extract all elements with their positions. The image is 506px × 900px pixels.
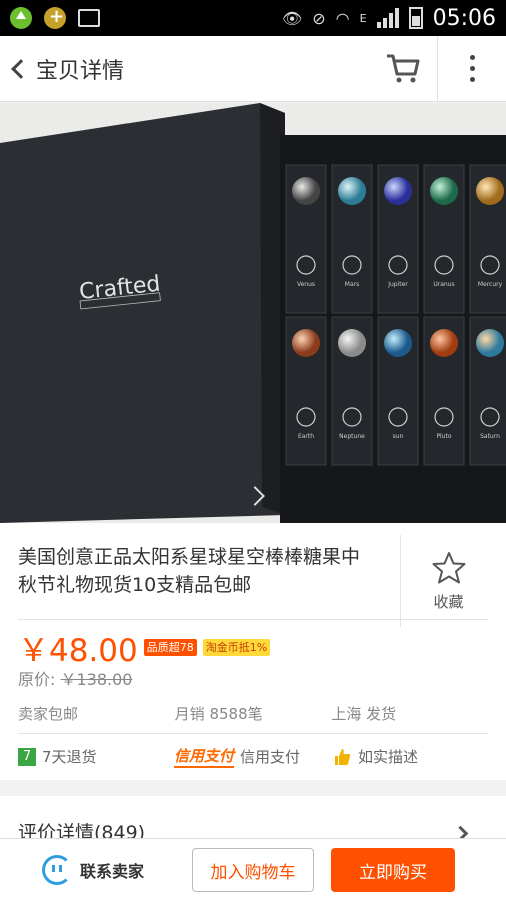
clock: 05:06 bbox=[432, 5, 496, 31]
buy-now-button[interactable]: 立即购买 bbox=[331, 848, 455, 892]
product-title: 美国创意正品太阳系星球星空棒棒糖果中秋节礼物现货10支精品包邮 bbox=[18, 546, 361, 596]
signal-icon bbox=[376, 8, 399, 28]
quality-badge: 品质超78 bbox=[143, 639, 197, 656]
coin-badge: 淘金币抵1% bbox=[202, 639, 271, 656]
planet-label: Neptune bbox=[339, 433, 365, 440]
monthly-sales: 月销 8588笔 bbox=[174, 705, 263, 723]
shipping-info: 卖家包邮 bbox=[18, 705, 79, 723]
current-price: ￥48.00 bbox=[18, 633, 138, 669]
contact-seller-label: 联系卖家 bbox=[80, 862, 145, 881]
back-button[interactable] bbox=[2, 36, 32, 102]
planet-label: Mercury bbox=[478, 281, 503, 288]
planet-label: Mars bbox=[345, 281, 359, 288]
product-info: 美国创意正品太阳系星球星空棒棒糖果中秋节礼物现货10支精品包邮 收藏 ￥48.0… bbox=[0, 523, 506, 780]
wifi-icon: ◠ bbox=[335, 8, 350, 28]
mute-icon: ⊘ bbox=[312, 8, 326, 28]
star-icon bbox=[432, 551, 465, 583]
planet-candy bbox=[292, 177, 320, 205]
credit-label: 信用支付 bbox=[240, 748, 301, 766]
thumbs-up-icon bbox=[335, 748, 351, 765]
shipping-meta: 卖家包邮 月销 8588笔 上海 发货 bbox=[18, 703, 488, 724]
chevron-left-icon bbox=[11, 58, 31, 79]
planet-candy bbox=[292, 329, 320, 357]
image-notification-icon bbox=[78, 9, 100, 27]
planet-label: sun bbox=[393, 433, 404, 440]
price-row: ￥48.00 品质超78 淘金币抵1% bbox=[18, 625, 271, 670]
planet-candy bbox=[338, 329, 366, 357]
status-bar: 👁 ⊘ ◠ E 05:06 bbox=[0, 0, 506, 36]
ship-from: 上海 发货 bbox=[331, 705, 397, 723]
more-menu-button[interactable] bbox=[438, 36, 506, 102]
seven-day-icon: 7 bbox=[18, 747, 36, 766]
planet-candy bbox=[476, 177, 504, 205]
favorite-button[interactable]: 收藏 bbox=[400, 535, 496, 627]
original-price-label: 原价: bbox=[18, 670, 61, 689]
credit-service: 信用支付 信用支付 bbox=[174, 745, 332, 768]
update-icon bbox=[10, 7, 32, 29]
planet-label: Jupiter bbox=[387, 281, 408, 288]
planet-label: Venus bbox=[297, 281, 315, 288]
bottom-action-bar: 联系卖家 加入购物车 立即购买 bbox=[0, 838, 506, 900]
network-type: E bbox=[359, 11, 367, 25]
return-service: 7 7天退货 bbox=[18, 746, 174, 767]
cart-icon bbox=[386, 54, 419, 82]
planet-candy bbox=[384, 177, 412, 205]
original-price-row: 原价: ￥138.00 bbox=[18, 666, 132, 690]
eye-icon: 👁 bbox=[281, 8, 303, 28]
header: 宝贝详情 bbox=[0, 35, 506, 102]
contact-seller-button[interactable]: 联系卖家 bbox=[42, 855, 144, 885]
plus-notification-icon bbox=[44, 6, 66, 29]
credit-pay-logo: 信用支付 bbox=[174, 745, 235, 768]
add-to-cart-button[interactable]: 加入购物车 bbox=[192, 848, 314, 892]
planet-candy bbox=[430, 329, 458, 357]
planet-candy bbox=[476, 329, 504, 357]
planet-label: Uranus bbox=[433, 281, 454, 288]
page-title: 宝贝详情 bbox=[36, 58, 125, 84]
cart-button[interactable] bbox=[368, 35, 438, 102]
chat-icon bbox=[42, 855, 72, 885]
battery-icon bbox=[408, 7, 423, 29]
product-image[interactable]: Crafted Venus Mars Jupiter Uranus Mercury Ear… bbox=[0, 103, 506, 523]
describe-label: 如实描述 bbox=[358, 748, 419, 766]
divider bbox=[18, 619, 488, 620]
return-label: 7天退货 bbox=[42, 748, 97, 766]
planet-label: Earth bbox=[298, 433, 314, 440]
planet-candy bbox=[338, 177, 366, 205]
planet-candy bbox=[384, 329, 412, 357]
planet-label: Pluto bbox=[436, 433, 451, 440]
service-guarantees[interactable]: 7 7天退货 信用支付 信用支付 如实描述 bbox=[18, 745, 488, 768]
favorite-label: 收藏 bbox=[433, 592, 464, 611]
original-price: ￥138.00 bbox=[60, 670, 133, 689]
planet-candy bbox=[430, 177, 458, 205]
divider bbox=[18, 733, 488, 734]
describe-service: 如实描述 bbox=[332, 746, 418, 767]
product-photo: Crafted Venus Mars Jupiter Uranus MercuryEar… bbox=[0, 103, 506, 523]
planet-label: Saturn bbox=[480, 433, 500, 440]
